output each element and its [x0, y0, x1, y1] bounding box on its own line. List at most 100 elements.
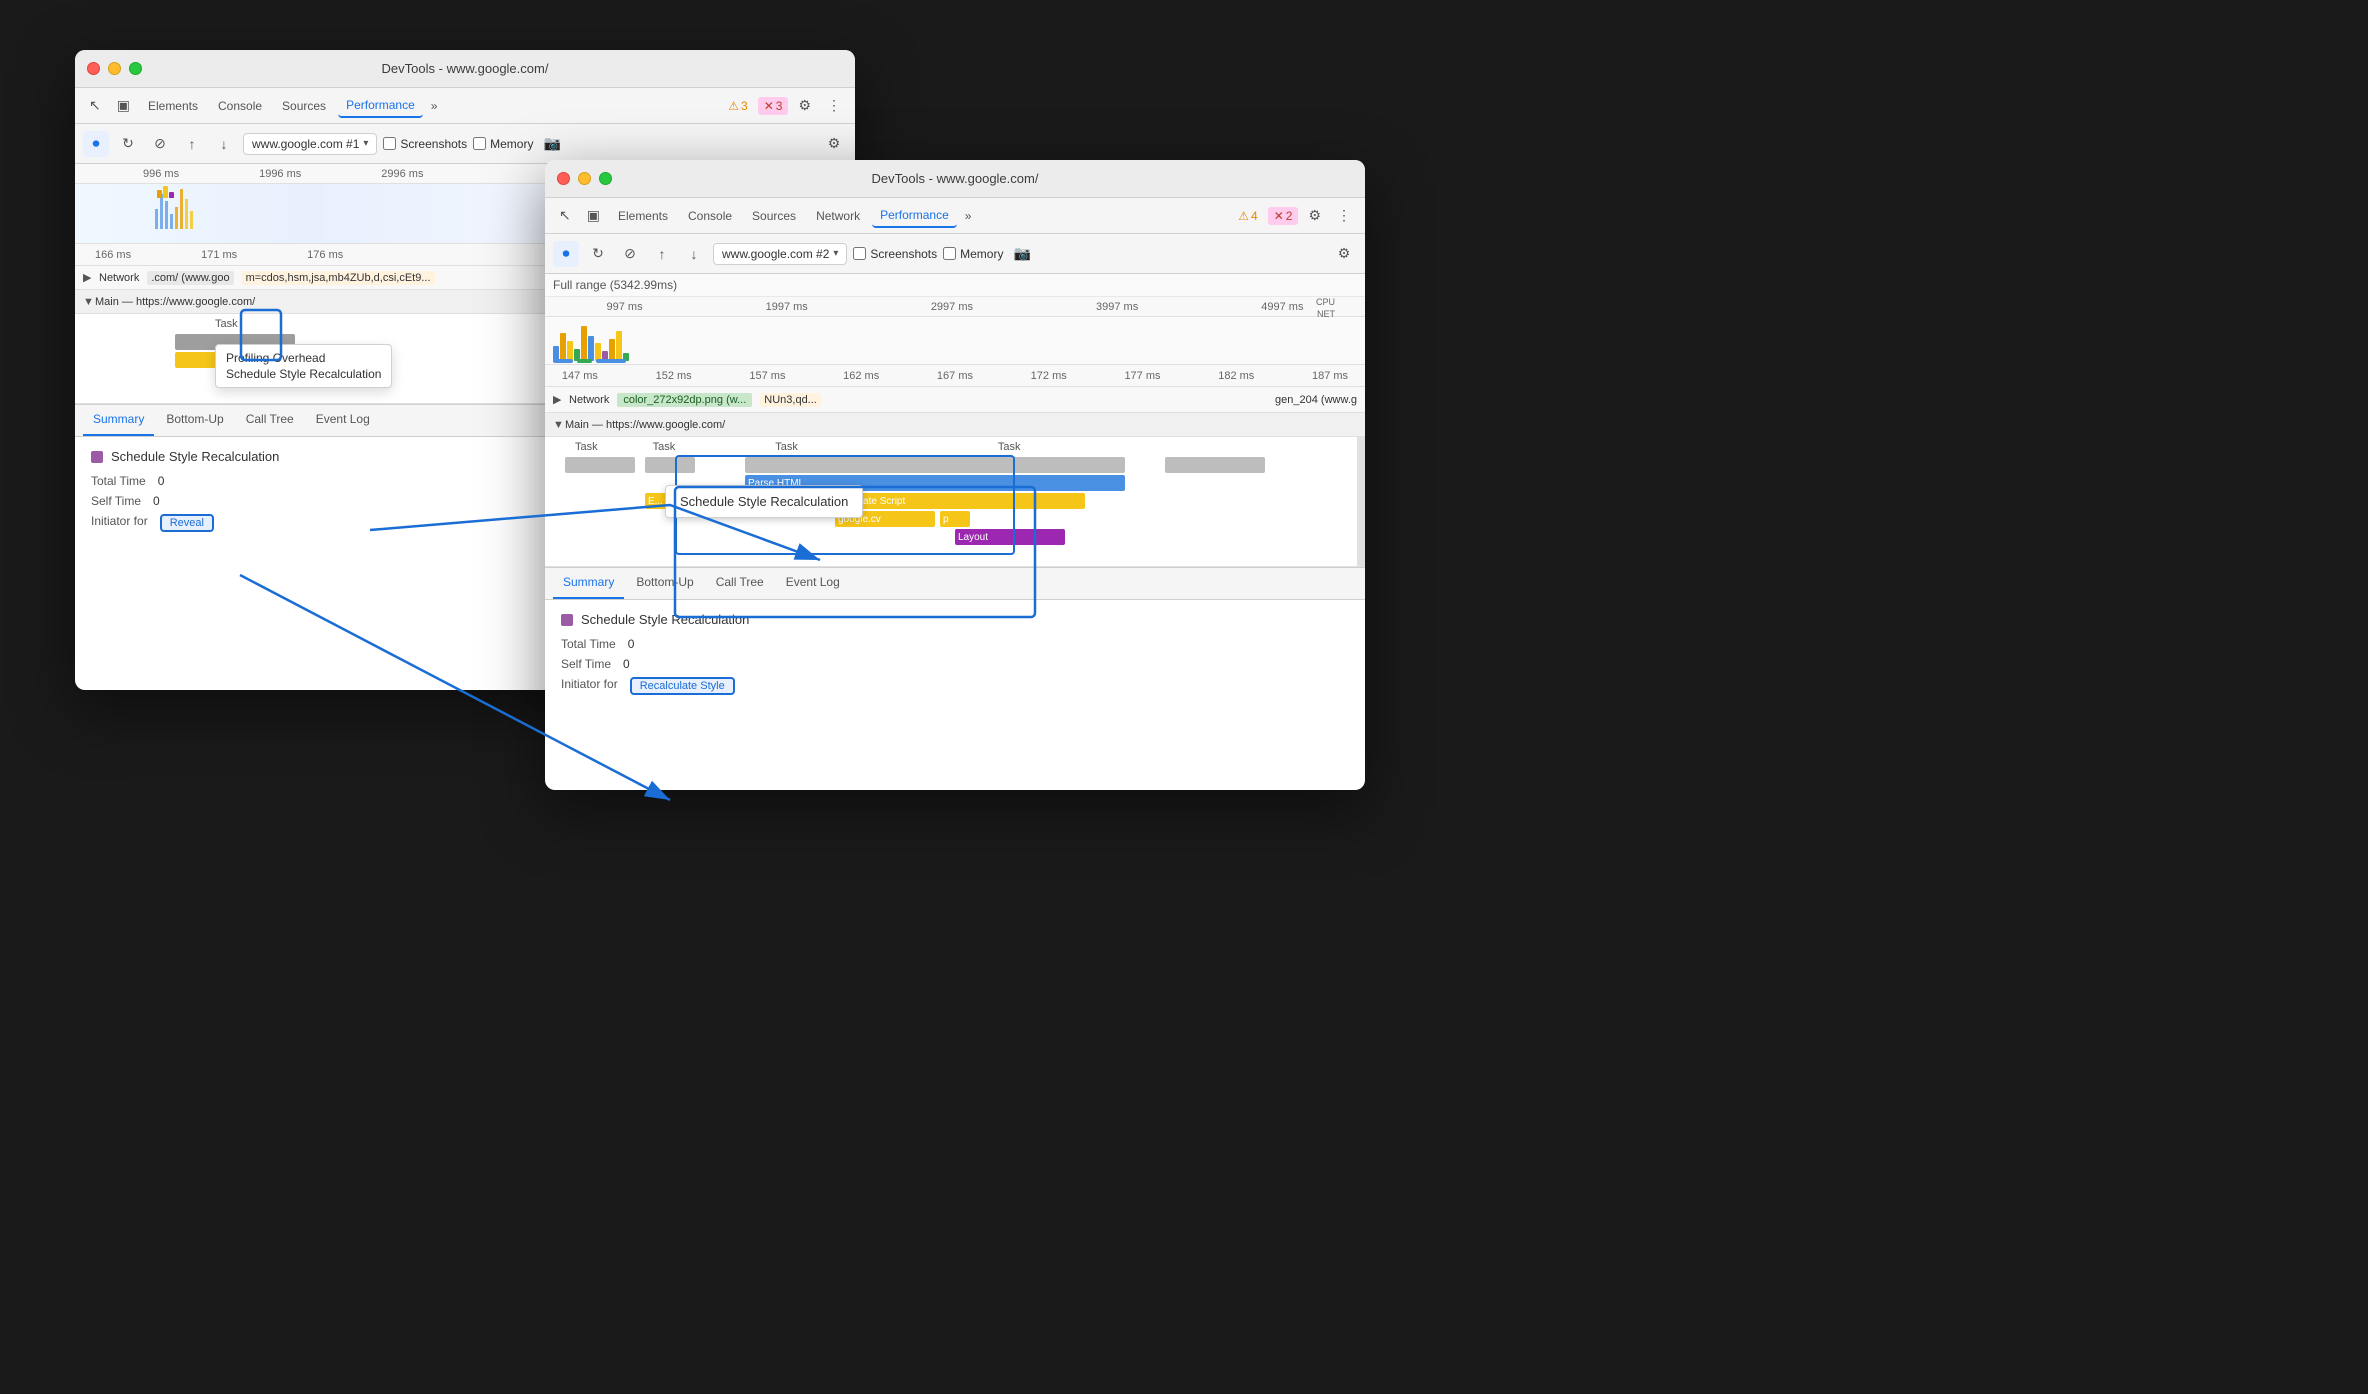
download-btn-1[interactable]: ↓	[211, 131, 237, 157]
ruler-mark-1-2: 1996 ms	[259, 168, 301, 180]
task-gray-2-2	[645, 457, 695, 473]
tab-sources-1[interactable]: Sources	[274, 95, 334, 117]
maximize-button-2[interactable]	[599, 172, 612, 185]
task-gray-2-3	[745, 457, 1125, 473]
ruler-z-2-7: 177 ms	[1124, 370, 1160, 382]
tab-more-1[interactable]: »	[427, 95, 442, 117]
url-text-2: www.google.com #2	[722, 247, 829, 261]
ruler-2-1: 997 ms	[607, 301, 643, 313]
more-icon-1[interactable]: ⋮	[821, 93, 847, 118]
settings-toolbar-icon-1[interactable]: ⚙	[821, 131, 847, 157]
summary-content-2: Schedule Style Recalculation Total Time …	[545, 600, 1365, 713]
schedule-popup-2: Schedule Style Recalculation	[665, 485, 863, 518]
window-title-1: DevTools - www.google.com/	[382, 61, 549, 76]
frame-icon-1[interactable]: ▣	[111, 93, 136, 118]
ruler-2-3: 2997 ms	[931, 301, 973, 313]
settings-toolbar-icon-2[interactable]: ⚙	[1331, 241, 1357, 267]
reload-btn-1[interactable]: ↻	[115, 131, 141, 157]
tab-console-1[interactable]: Console	[210, 95, 270, 117]
screenshots-input-2[interactable]	[853, 247, 866, 260]
record-btn-2[interactable]: ⏺	[553, 241, 579, 267]
full-range-2: Full range (5342.99ms)	[545, 274, 1365, 297]
network-row-2: ▶ Network color_272x92dp.png (w... NUn3,…	[545, 387, 1365, 413]
schedule-popup-label: Schedule Style Recalculation	[680, 494, 848, 509]
screenshots-checkbox-1[interactable]: Screenshots	[383, 137, 467, 151]
upload-btn-2[interactable]: ↑	[649, 241, 675, 267]
ruler-zoomed-2: 147 ms 152 ms 157 ms 162 ms 167 ms 172 m…	[545, 365, 1365, 387]
tab-bottomup-2[interactable]: Bottom-Up	[626, 567, 703, 599]
url-arrow-2: ▾	[833, 248, 838, 259]
cursor-icon-1[interactable]: ↖	[83, 93, 107, 118]
tab-elements-2[interactable]: Elements	[610, 205, 676, 227]
frame-icon-2[interactable]: ▣	[581, 203, 606, 228]
memory-label-2: Memory	[960, 247, 1003, 261]
maximize-button-1[interactable]	[129, 62, 142, 75]
memory-input-2[interactable]	[943, 247, 956, 260]
settings-icon-2[interactable]: ⚙	[1302, 203, 1327, 228]
tab-network-2[interactable]: Network	[808, 205, 868, 227]
main-label-2: Main — https://www.google.com/	[565, 419, 725, 431]
memory-input-1[interactable]	[473, 137, 486, 150]
ruler-z-2-3: 157 ms	[749, 370, 785, 382]
memory-checkbox-1[interactable]: Memory	[473, 137, 533, 151]
url-bar-2[interactable]: www.google.com #2 ▾	[713, 243, 847, 265]
evaluate-script-bar: Evaluate Script	[835, 493, 1085, 509]
reload-btn-2[interactable]: ↻	[585, 241, 611, 267]
total-time-value-2: 0	[628, 637, 635, 651]
cursor-icon-2[interactable]: ↖	[553, 203, 577, 228]
clear-btn-1[interactable]: ⊘	[147, 131, 173, 157]
tabbar-1: ↖ ▣ Elements Console Sources Performance…	[75, 88, 855, 124]
record-btn-1[interactable]: ⏺	[83, 131, 109, 157]
tab-bottomup-1[interactable]: Bottom-Up	[156, 404, 233, 436]
warning-count-2: 4	[1251, 209, 1258, 223]
scrollbar-2[interactable]	[1357, 437, 1365, 566]
tab-sources-2[interactable]: Sources	[744, 205, 804, 227]
more-icon-2[interactable]: ⋮	[1331, 203, 1357, 228]
tab-performance-1[interactable]: Performance	[338, 94, 423, 118]
recalculate-link-2[interactable]: Recalculate Style	[630, 677, 735, 695]
reveal-link-1[interactable]: Reveal	[160, 514, 214, 532]
total-time-label-1: Total Time	[91, 474, 146, 488]
traffic-lights-1	[87, 62, 142, 75]
cpu-label-2: CPU	[1316, 297, 1335, 308]
settings-icon-1[interactable]: ⚙	[792, 93, 817, 118]
layout-bar: Layout	[955, 529, 1065, 545]
main-arrow-2: ▼	[553, 419, 565, 431]
network-url-1: .com/ (www.goo	[147, 271, 233, 285]
memory-checkbox-2[interactable]: Memory	[943, 247, 1003, 261]
ruler-z-2-5: 167 ms	[937, 370, 973, 382]
tab-console-2[interactable]: Console	[680, 205, 740, 227]
tab-more-2[interactable]: »	[961, 205, 976, 227]
minimize-button-1[interactable]	[108, 62, 121, 75]
screenshots-checkbox-2[interactable]: Screenshots	[853, 247, 937, 261]
url-bar-1[interactable]: www.google.com #1 ▾	[243, 133, 377, 155]
ruler-z-1-3: 176 ms	[307, 249, 343, 261]
task-l-1: Task	[575, 441, 598, 453]
tab-calltree-2[interactable]: Call Tree	[706, 567, 774, 599]
screenshot-btn-2[interactable]: 📷	[1009, 241, 1035, 267]
tab-elements-1[interactable]: Elements	[140, 95, 206, 117]
network-params-2: NUn3,qd...	[760, 393, 821, 407]
initiator-label-2: Initiator for	[561, 677, 618, 695]
tab-performance-2[interactable]: Performance	[872, 204, 957, 228]
download-btn-2[interactable]: ↓	[681, 241, 707, 267]
ruler-2-4: 3997 ms	[1096, 301, 1138, 313]
ruler-z-1-1: 166 ms	[95, 249, 131, 261]
tab-summary-1[interactable]: Summary	[83, 404, 154, 436]
close-button-1[interactable]	[87, 62, 100, 75]
minimize-button-2[interactable]	[578, 172, 591, 185]
task-l-2: Task	[653, 441, 676, 453]
close-button-2[interactable]	[557, 172, 570, 185]
tab-calltree-1[interactable]: Call Tree	[236, 404, 304, 436]
task-gray-2-4	[1165, 457, 1265, 473]
clear-btn-2[interactable]: ⊘	[617, 241, 643, 267]
screenshots-input-1[interactable]	[383, 137, 396, 150]
network-right-2: gen_204 (www.g	[1275, 394, 1357, 406]
upload-btn-1[interactable]: ↑	[179, 131, 205, 157]
screenshot-btn-1[interactable]: 📷	[539, 131, 565, 157]
tab-eventlog-2[interactable]: Event Log	[776, 567, 850, 599]
error-icon-1: ✕	[764, 99, 774, 113]
tab-summary-2[interactable]: Summary	[553, 567, 624, 599]
swatch-2	[561, 614, 573, 626]
tab-eventlog-1[interactable]: Event Log	[306, 404, 380, 436]
